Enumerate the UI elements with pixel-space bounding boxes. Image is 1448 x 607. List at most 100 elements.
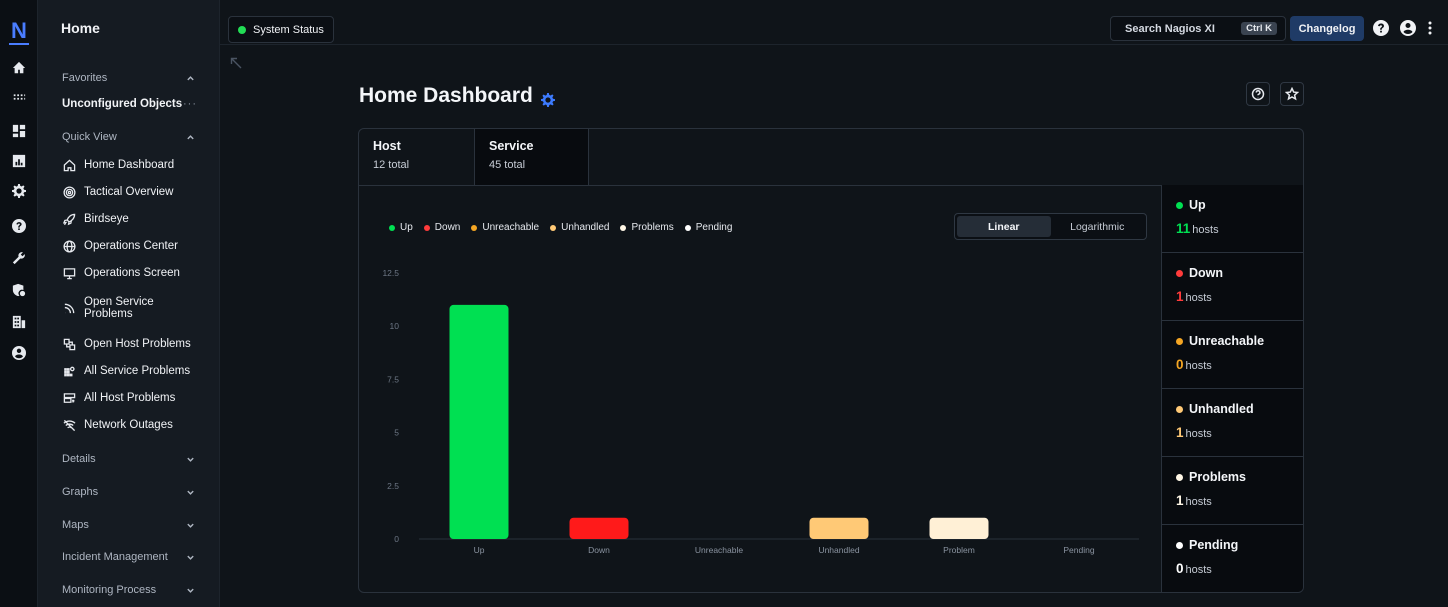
- stat-label: Up: [1189, 198, 1206, 212]
- nagios-logo[interactable]: N: [9, 20, 29, 45]
- help-icon[interactable]: [9, 216, 29, 236]
- icon-rail: N: [0, 0, 38, 607]
- legend-item-unreachable[interactable]: Unreachable: [471, 222, 539, 233]
- legend-item-problems[interactable]: Problems: [620, 222, 674, 233]
- help-icon[interactable]: [1373, 20, 1389, 36]
- bar-problem: [929, 517, 989, 539]
- changelog-button[interactable]: Changelog: [1290, 16, 1364, 41]
- sidebar-item-open-host-problems[interactable]: Open Host Problems: [62, 337, 209, 351]
- legend-item-pending[interactable]: Pending: [684, 222, 733, 233]
- reports-icon[interactable]: [9, 151, 29, 171]
- kebab-menu-icon[interactable]: [1422, 20, 1438, 36]
- sidebar-item-unconfigured-objects[interactable]: Unconfigured Objects: [62, 98, 182, 110]
- home-icon[interactable]: [9, 58, 29, 78]
- star-icon: [1285, 87, 1299, 101]
- legend-item-down[interactable]: Down: [423, 222, 460, 233]
- stat-down[interactable]: Down 1 hosts: [1162, 253, 1303, 321]
- stat-value-row: 1 hosts: [1176, 289, 1303, 304]
- shield-user-icon[interactable]: [9, 280, 29, 300]
- tab-label: Host: [373, 139, 401, 153]
- search-input[interactable]: Search Nagios XI Ctrl K: [1110, 16, 1286, 41]
- sidebar-item-label: Operations Center: [84, 240, 178, 252]
- stat-up[interactable]: Up 11 hosts: [1162, 185, 1303, 253]
- stat-value: 0: [1176, 561, 1184, 576]
- sidebar-item-network-outages[interactable]: Network Outages: [62, 418, 209, 432]
- building-icon[interactable]: [9, 312, 29, 332]
- status-summary-list: Up 11 hosts Down 1 hosts Unreachable 0 hosts Unha…: [1161, 185, 1303, 592]
- legend-dot: [389, 224, 395, 231]
- sidebar-section-favorites[interactable]: Favorites: [62, 72, 195, 84]
- section-label: Maps: [62, 519, 89, 531]
- sidebar-item-operations-center[interactable]: Operations Center: [62, 239, 209, 253]
- sidebar-item-operations-screen[interactable]: Operations Screen: [62, 266, 209, 280]
- tab-host[interactable]: Host 12 total: [359, 129, 475, 185]
- system-status-button[interactable]: System Status: [228, 16, 334, 43]
- tab-count: 12 total: [373, 159, 410, 171]
- monitor-icon: [62, 266, 76, 280]
- sidebar-item-label: Open Service Problems: [84, 296, 154, 320]
- stat-title: Down: [1176, 266, 1303, 280]
- user-circle-icon[interactable]: [9, 343, 29, 363]
- stat-unhandled[interactable]: Unhandled 1 hosts: [1162, 389, 1303, 457]
- rocket-icon: [62, 212, 76, 226]
- stat-unreachable[interactable]: Unreachable 0 hosts: [1162, 321, 1303, 389]
- sidebar-item-tactical-overview[interactable]: Tactical Overview: [62, 185, 209, 199]
- sidebar-item-home-dashboard[interactable]: Home Dashboard: [62, 158, 209, 172]
- legend-label: Problems: [631, 222, 674, 233]
- tab-label: Service: [489, 139, 534, 153]
- grid-alert-icon: [62, 364, 76, 378]
- stat-problems[interactable]: Problems 1 hosts: [1162, 457, 1303, 525]
- settings-gear-icon[interactable]: [540, 89, 555, 107]
- stat-title: Pending: [1176, 538, 1303, 552]
- x-tick-label: Pending: [1063, 545, 1094, 555]
- dashboard-icon[interactable]: [9, 121, 29, 141]
- sidebar-item-birdseye[interactable]: Birdseye: [62, 212, 209, 226]
- sidebar-section-monitoring-process[interactable]: Monitoring Process: [62, 584, 195, 596]
- scale-logarithmic-option[interactable]: Logarithmic: [1051, 216, 1145, 237]
- legend-label: Unreachable: [482, 222, 540, 233]
- apps-grid-icon[interactable]: [9, 87, 29, 107]
- gear-icon[interactable]: [9, 181, 29, 201]
- help-button[interactable]: [1246, 82, 1270, 106]
- scale-linear-option[interactable]: Linear: [957, 216, 1051, 237]
- stat-dot: [1176, 269, 1183, 277]
- stat-pending[interactable]: Pending 0 hosts: [1162, 525, 1303, 592]
- collapse-arrow-icon[interactable]: [230, 56, 244, 70]
- x-tick-label: Unhandled: [818, 545, 859, 555]
- legend-item-up[interactable]: Up: [389, 222, 413, 233]
- sidebar-item-label: Network Outages: [84, 419, 173, 431]
- sidebar-item-label: Home Dashboard: [84, 159, 175, 171]
- legend-item-unhandled[interactable]: Unhandled: [550, 222, 609, 233]
- sidebar-item-all-service-problems[interactable]: All Service Problems: [62, 364, 209, 378]
- page-title: Home Dashboard: [359, 84, 555, 108]
- account-icon[interactable]: [1400, 20, 1416, 36]
- chevron-down-icon: [186, 488, 195, 497]
- stat-title: Up: [1176, 198, 1303, 212]
- sidebar-item-open-service-problems[interactable]: Open Service Problems: [62, 296, 209, 320]
- tab-service[interactable]: Service 45 total: [475, 129, 589, 185]
- section-label: Details: [62, 453, 96, 465]
- top-bar: System Status Search Nagios XI Ctrl K Ch…: [220, 0, 1448, 45]
- stat-value-row: 0 hosts: [1176, 357, 1303, 372]
- sidebar-section-maps[interactable]: Maps: [62, 519, 195, 531]
- sidebar-item-all-host-problems[interactable]: All Host Problems: [62, 391, 209, 405]
- stat-value: 1: [1176, 493, 1184, 508]
- server-icon: [62, 391, 76, 405]
- y-tick-label: 7.5: [387, 374, 399, 384]
- stat-title: Problems: [1176, 470, 1303, 484]
- sidebar-section-quick-view[interactable]: Quick View: [62, 131, 195, 143]
- more-options-icon[interactable]: ···: [183, 98, 197, 110]
- wrench-icon[interactable]: [9, 248, 29, 268]
- stat-dot: [1176, 337, 1183, 345]
- stat-label: Unhandled: [1189, 402, 1254, 416]
- sidebar-section-details[interactable]: Details: [62, 453, 195, 465]
- legend-label: Pending: [695, 222, 733, 233]
- favorite-button[interactable]: [1280, 82, 1304, 106]
- sidebar-item-label: All Host Problems: [84, 392, 176, 404]
- section-label: Quick View: [62, 131, 117, 143]
- sidebar-section-graphs[interactable]: Graphs: [62, 486, 195, 498]
- scale-toggle[interactable]: Linear Logarithmic: [954, 213, 1147, 240]
- legend-label: Up: [400, 222, 413, 233]
- stat-value: 1: [1176, 289, 1184, 304]
- sidebar-section-incident-management[interactable]: Incident Management: [62, 551, 195, 563]
